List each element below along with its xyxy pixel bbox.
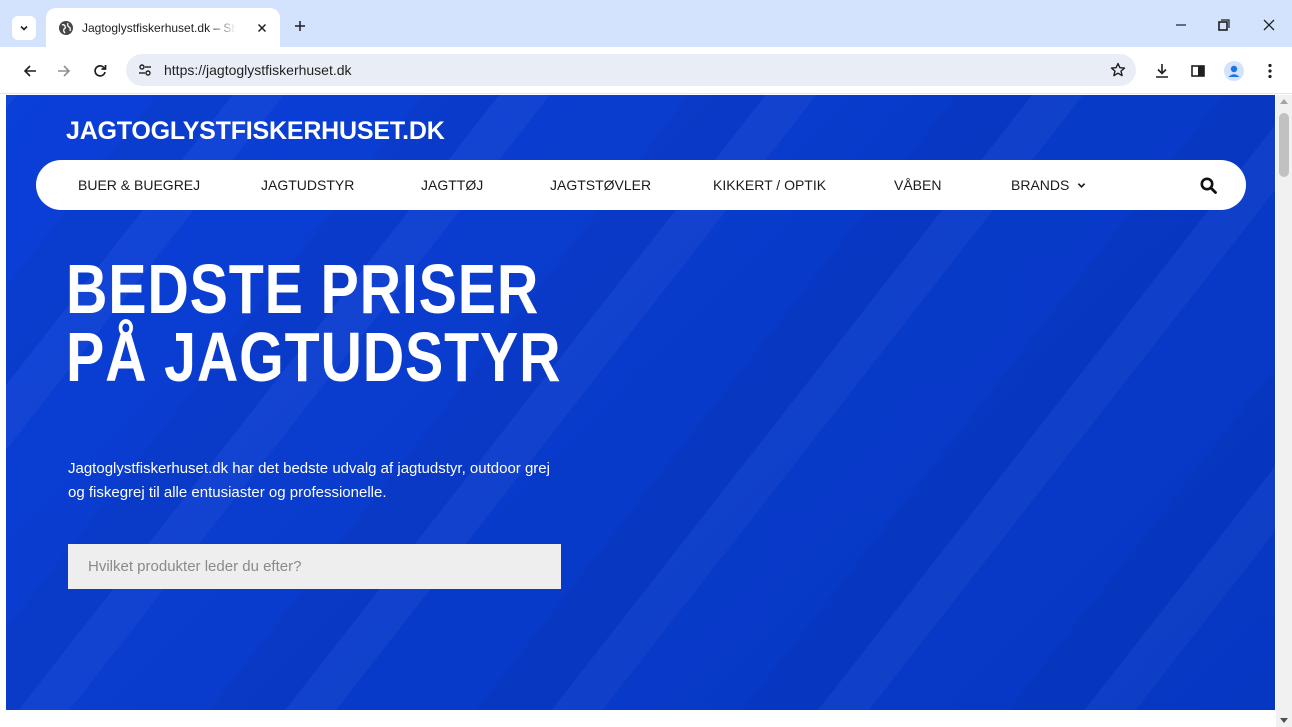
restore-icon bbox=[1218, 19, 1230, 31]
restore-button[interactable] bbox=[1213, 14, 1235, 36]
page-scrollbar[interactable] bbox=[1276, 95, 1292, 727]
back-button[interactable] bbox=[18, 59, 42, 83]
download-icon bbox=[1156, 64, 1168, 78]
profile-button[interactable] bbox=[1222, 59, 1246, 83]
tune-icon bbox=[139, 64, 151, 76]
web-viewport: JAGTOGLYSTFISKERHUSET.DK BUER & BUEGREJ … bbox=[0, 95, 1292, 727]
search-icon bbox=[1200, 177, 1217, 194]
hero-description: Jagtoglystfiskerhuset.dk har det bedste … bbox=[68, 460, 550, 501]
new-tab-button[interactable] bbox=[290, 16, 310, 36]
site-info-button[interactable] bbox=[134, 59, 156, 81]
chevron-down-icon bbox=[20, 25, 28, 31]
scroll-down-arrow-icon[interactable] bbox=[1280, 718, 1288, 723]
main-navigation: BUER & BUEGREJ JAGTUDSTYR JAGTTØJ JAGTST… bbox=[36, 160, 1246, 210]
nav-item-vaaben[interactable]: VÅBEN bbox=[894, 177, 941, 193]
close-window-button[interactable] bbox=[1258, 14, 1280, 36]
tab-title: Jagtoglystfiskerhuset.dk – Sted bbox=[82, 20, 236, 35]
scroll-up-arrow-icon[interactable] bbox=[1280, 99, 1288, 104]
profile-icon bbox=[1224, 61, 1244, 81]
side-panel-button[interactable] bbox=[1186, 59, 1210, 83]
minimize-button[interactable] bbox=[1170, 14, 1192, 36]
url-text[interactable]: https://jagtoglystfiskerhuset.dk bbox=[164, 62, 352, 78]
chevron-down-icon bbox=[1078, 182, 1086, 188]
side-panel-icon bbox=[1191, 65, 1205, 77]
hero-headline: BEDSTE PRISER PÅ JAGTUDSTYR bbox=[66, 250, 562, 396]
kebab-icon bbox=[1268, 63, 1272, 79]
nav-item-jagtudstyr[interactable]: JAGTUDSTYR bbox=[261, 177, 354, 193]
hero-headline-line-2: PÅ JAGTUDSTYR bbox=[66, 318, 562, 396]
hero-headline-line-1: BEDSTE PRISER bbox=[66, 250, 540, 328]
address-bar[interactable]: https://jagtoglystfiskerhuset.dk bbox=[126, 54, 1136, 86]
minimize-icon bbox=[1176, 24, 1186, 26]
plus-icon bbox=[295, 21, 305, 31]
menu-button[interactable] bbox=[1258, 59, 1282, 83]
product-search-input[interactable] bbox=[68, 544, 561, 589]
nav-item-jagtstoevler[interactable]: JAGTSTØVLER bbox=[550, 177, 651, 193]
scrollbar-thumb[interactable] bbox=[1279, 113, 1289, 177]
nav-item-buer-buegrej[interactable]: BUER & BUEGREJ bbox=[78, 177, 200, 193]
bookmark-button[interactable] bbox=[1108, 60, 1128, 80]
nav-item-brands[interactable]: BRANDS bbox=[1011, 177, 1086, 193]
nav-item-jagttoej[interactable]: JAGTTØJ bbox=[421, 177, 483, 193]
star-icon bbox=[1110, 62, 1126, 77]
site-logo[interactable]: JAGTOGLYSTFISKERHUSET.DK bbox=[66, 117, 445, 146]
arrow-right-icon bbox=[58, 65, 71, 77]
close-icon bbox=[257, 23, 267, 33]
reload-icon bbox=[94, 65, 107, 77]
tab-strip: Jagtoglystfiskerhuset.dk – Sted bbox=[0, 0, 1292, 47]
nav-item-brands-label: BRANDS bbox=[1011, 177, 1070, 193]
reload-button[interactable] bbox=[88, 59, 112, 83]
downloads-button[interactable] bbox=[1150, 59, 1174, 83]
forward-button[interactable] bbox=[52, 59, 76, 83]
browser-toolbar: https://jagtoglystfiskerhuset.dk bbox=[0, 47, 1292, 94]
nav-item-kikkert-optik[interactable]: KIKKERT / OPTIK bbox=[713, 177, 826, 193]
hero-section: JAGTOGLYSTFISKERHUSET.DK BUER & BUEGREJ … bbox=[6, 95, 1275, 710]
active-tab[interactable]: Jagtoglystfiskerhuset.dk – Sted bbox=[46, 8, 280, 47]
nav-search-button[interactable] bbox=[1198, 175, 1218, 195]
globe-icon bbox=[58, 20, 74, 36]
tab-close-button[interactable] bbox=[254, 20, 270, 36]
arrow-left-icon bbox=[23, 65, 36, 77]
close-icon bbox=[1263, 19, 1275, 31]
tab-search-button[interactable] bbox=[12, 16, 36, 40]
